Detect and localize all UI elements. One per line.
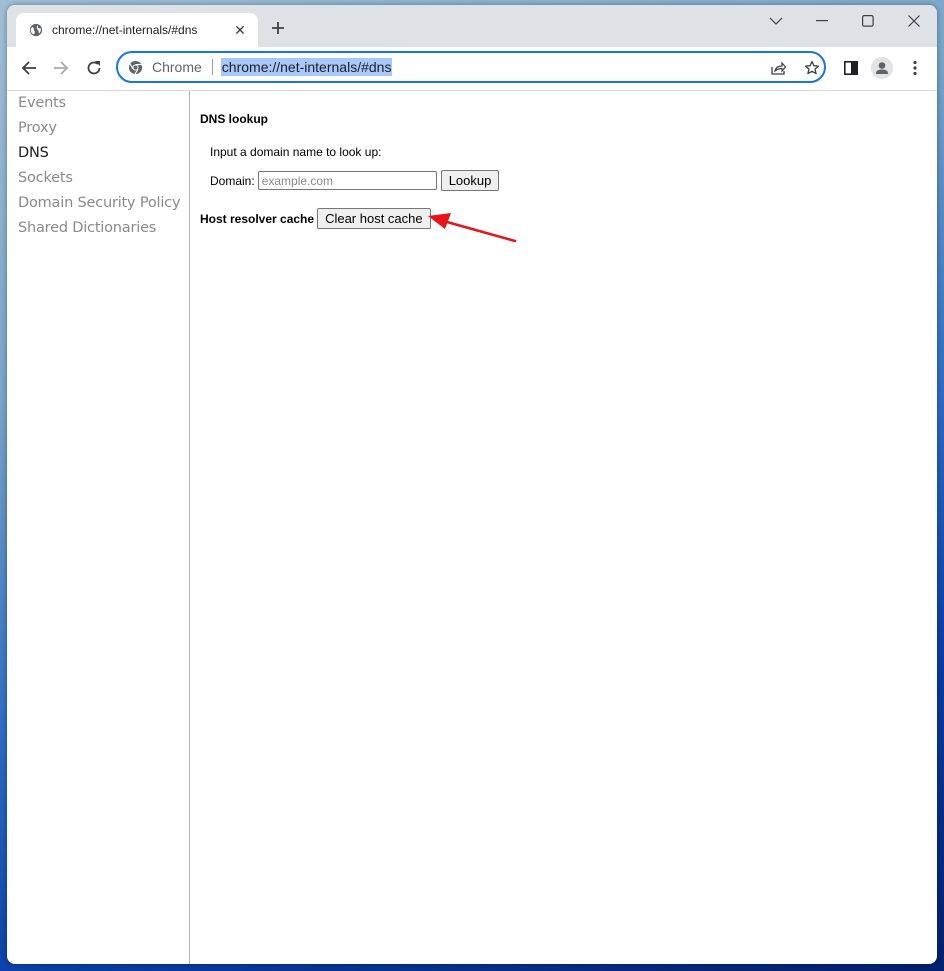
clear-host-cache-button[interactable]: Clear host cache — [317, 208, 431, 229]
menu-kebab-icon[interactable] — [904, 57, 926, 79]
domain-label: Domain: — [210, 173, 255, 188]
url-text[interactable]: chrome://net-internals/#dns — [220, 58, 393, 76]
site-chip-label: Chrome — [152, 59, 202, 75]
chrome-logo-icon — [128, 60, 143, 74]
tab-active[interactable]: chrome://net-internals/#dns ✕ — [16, 13, 258, 47]
plus-icon[interactable] — [269, 19, 287, 37]
bookmark-star-icon[interactable] — [802, 58, 822, 78]
sidebar-item-sockets[interactable]: Sockets — [18, 166, 189, 191]
sidebar-item-domain-security-policy[interactable]: Domain Security Policy — [18, 191, 189, 216]
maximize-icon[interactable] — [845, 5, 891, 37]
sidebar-item-shared-dictionaries[interactable]: Shared Dictionaries — [18, 216, 189, 241]
address-bar[interactable]: Chrome chrome://net-internals/#dns — [116, 51, 826, 83]
share-icon[interactable] — [768, 58, 788, 78]
domain-input[interactable] — [257, 171, 437, 190]
title-bar: chrome://net-internals/#dns ✕ — [7, 5, 937, 47]
chip-separator — [211, 59, 213, 75]
tab-close-icon[interactable]: ✕ — [232, 22, 248, 38]
toolbar: Chrome chrome://net-internals/#dns — [7, 47, 937, 91]
sidebar-item-events[interactable]: Events — [18, 91, 189, 116]
chevron-down-icon[interactable] — [753, 5, 799, 37]
dns-panel: DNS lookup Input a domain name to look u… — [190, 91, 937, 964]
tab-title: chrome://net-internals/#dns — [52, 23, 198, 37]
sidebar-item-proxy[interactable]: Proxy — [18, 116, 189, 141]
side-panel-icon[interactable] — [840, 57, 862, 79]
host-resolver-cache-label: Host resolver cache — [200, 211, 315, 226]
net-internals-sidebar: Events Proxy DNS Sockets Domain Security… — [7, 91, 190, 964]
dns-lookup-instructions: Input a domain name to look up: — [210, 145, 382, 159]
lookup-button[interactable]: Lookup — [440, 170, 500, 191]
host-resolver-cache-row: Host resolver cache Clear host cache — [200, 208, 431, 229]
minimize-icon[interactable] — [799, 5, 845, 37]
browser-window: chrome://net-internals/#dns ✕ Chrome chr… — [7, 5, 937, 964]
red-annotation-arrow-icon — [428, 213, 517, 243]
profile-icon[interactable] — [871, 57, 893, 79]
dns-lookup-heading: DNS lookup — [200, 112, 268, 126]
back-arrow-icon[interactable] — [18, 57, 40, 79]
domain-lookup-row: Domain: Lookup — [210, 170, 500, 191]
globe-icon — [29, 23, 43, 37]
forward-arrow-icon[interactable] — [50, 57, 72, 79]
sidebar-item-dns[interactable]: DNS — [18, 141, 189, 166]
close-icon[interactable] — [891, 5, 937, 37]
reload-icon[interactable] — [83, 57, 105, 79]
